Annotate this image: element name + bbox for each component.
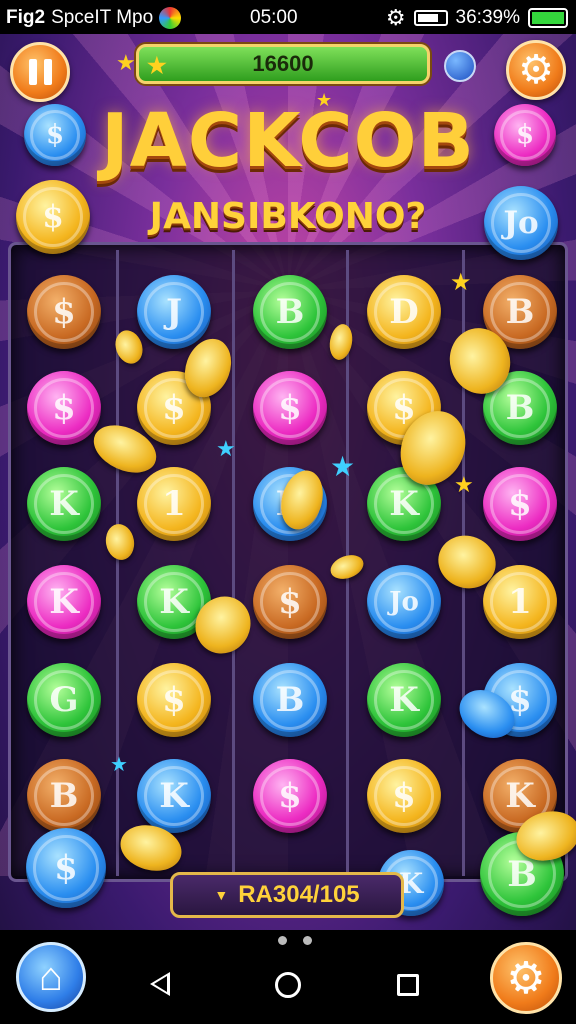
coin-blue[interactable]: J [137,275,211,349]
status-app-label: Fig2 [6,7,46,28]
status-time: 05:00 [250,7,298,28]
home-button[interactable]: ⌂ [16,942,86,1012]
side-coin-blue: $ [24,104,86,166]
game-screen: Fig2 SpceIT Mpo 05:00 ⚙ 36:39% ★ ★ 16600… [0,0,576,1024]
coin-pink[interactable]: $ [27,371,101,445]
coin-gold[interactable]: $ [367,759,441,833]
sparkle-star-icon: ★ [110,754,128,776]
sparkle-star-icon: ★ [450,269,472,296]
score-value: 16600 [252,51,314,76]
status-carrier: SpceIT Mpo [51,7,154,28]
settings-button-bottom[interactable]: ⚙ [490,942,562,1014]
coin-pink[interactable]: $ [253,759,327,833]
status-battery-text: 36:39% [455,7,520,28]
sparkle-star-icon: ★ [454,472,474,497]
gear-icon: ⚙ [518,48,554,92]
signal-icon [413,10,448,26]
score-bar: ★ 16600 [136,44,430,84]
coin-blue[interactable]: Jo [367,565,441,639]
coin-bronze[interactable]: $ [27,275,101,349]
pinwheel-icon [159,7,182,29]
coin-gold[interactable]: D [367,275,441,349]
coin-green[interactable]: G [27,663,101,737]
side-coin-pink: $ [494,104,556,166]
sparkle-star-icon: ★ [330,451,356,482]
coin-pink[interactable]: $ [483,467,557,541]
side-coin-blue: $ [26,828,106,908]
settings-gear-icon: ⚙ [385,5,406,30]
coin-pink[interactable]: K [27,565,101,639]
battery-icon [528,8,568,28]
pause-icon [28,59,52,85]
side-coin-blue: Jo [484,186,558,260]
nav-home-icon[interactable] [275,972,301,998]
settings-button[interactable]: ⚙ [506,40,566,100]
coin-gold[interactable]: 1 [137,467,211,541]
sparkle-star-icon: ★ [216,436,236,461]
coin-counter: ▼ RA304/105 [170,872,404,918]
coin-bronze[interactable]: B [27,759,101,833]
pause-button[interactable] [10,42,70,102]
coin-blue[interactable]: K [137,759,211,833]
coin-gold[interactable]: $ [137,663,211,737]
star-icon: ★ [116,50,136,75]
sparkle-star-icon: ★ [316,90,333,110]
status-bar: Fig2 SpceIT Mpo 05:00 ⚙ 36:39% [0,0,576,34]
coin-pink[interactable]: $ [253,371,327,445]
recent-apps-icon[interactable] [397,974,419,996]
side-coin-gold: $ [16,180,90,254]
back-icon[interactable] [150,972,170,996]
coin-gold[interactable]: 1 [483,565,557,639]
game-title: JACKCOB [101,98,475,184]
coin-green[interactable]: K [27,467,101,541]
home-icon: ⌂ [38,954,64,999]
page-indicator [278,936,312,945]
arrow-down-icon: ▼ [214,887,229,903]
globe-icon [444,50,476,82]
coin-green[interactable]: B [253,275,327,349]
gear-icon: ⚙ [506,953,546,1003]
coin-bronze[interactable]: $ [253,565,327,639]
coin-blue[interactable]: B [253,663,327,737]
column-divider [232,250,235,876]
counter-text: RA304/105 [238,881,360,908]
score-star-icon: ★ [147,53,167,78]
coin-green[interactable]: K [367,663,441,737]
